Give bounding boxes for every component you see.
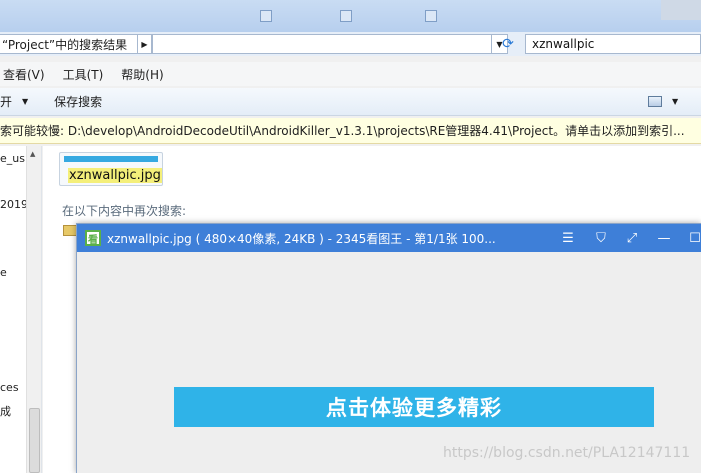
banner-text: 点击体验更多精彩 — [326, 396, 502, 420]
breadcrumb-arrow-icon[interactable]: ▶ — [137, 35, 151, 53]
result-file-item[interactable]: xznwallpic.jpg — [59, 152, 163, 186]
skin-icon[interactable]: ⛉ — [592, 229, 610, 247]
watermark: https://blog.csdn.net/PLA12147111 — [443, 445, 691, 461]
search-again-label: 在以下内容中再次搜索: — [62, 204, 187, 218]
viewer-app-icon: 看 — [85, 230, 101, 246]
menu-bar: 查看(V) 工具(T) 帮助(H) — [0, 62, 701, 86]
change-view-icon[interactable] — [648, 96, 662, 107]
nav-scroll-thumb[interactable] — [29, 408, 40, 473]
displayed-image-banner: 点击体验更多精彩 — [174, 387, 654, 427]
search-input[interactable]: xznwallpic — [525, 34, 701, 54]
open-dropdown-icon[interactable]: ▼ — [22, 97, 28, 106]
menu-tools[interactable]: 工具(T) — [63, 66, 104, 83]
command-toolbar: 开 ▼ 保存搜索 ▼ — [0, 88, 701, 116]
breadcrumb-label: “Project”中的搜索结果 — [2, 37, 128, 52]
viewer-title: xznwallpic.jpg ( 480×40像素, 24KB ) - 2345… — [107, 232, 496, 246]
menu-icon[interactable]: ☰ — [559, 229, 577, 247]
viewer-title-bar[interactable]: 看 xznwallpic.jpg ( 480×40像素, 24KB ) - 23… — [77, 224, 701, 252]
navigation-pane: e_us 2019 e ces 成 ▲ — [0, 146, 42, 473]
menu-help[interactable]: 帮助(H) — [121, 66, 163, 83]
save-search-button[interactable]: 保存搜索 — [54, 93, 102, 110]
breadcrumb[interactable]: “Project”中的搜索结果 ▶ — [0, 34, 152, 54]
open-button[interactable]: 开 — [0, 93, 12, 110]
search-input-value: xznwallpic — [532, 37, 595, 51]
nav-scrollbar[interactable]: ▲ — [26, 146, 41, 473]
image-viewer-window: 看 xznwallpic.jpg ( 480×40像素, 24KB ) - 23… — [76, 223, 701, 473]
nav-item[interactable]: e — [0, 266, 7, 279]
nav-item[interactable]: 成 — [0, 403, 11, 419]
nav-item[interactable]: ces — [0, 381, 19, 394]
window-close-button[interactable] — [661, 0, 701, 20]
address-input[interactable] — [152, 34, 492, 54]
minimize-icon[interactable]: — — [655, 229, 673, 247]
index-info-bar[interactable]: 索可能较慢: D:\develop\AndroidDecodeUtil\Andr… — [0, 118, 701, 144]
ghost-toolbar-item — [340, 9, 352, 23]
explorer-title-band — [0, 0, 701, 32]
view-dropdown-icon[interactable]: ▼ — [672, 97, 678, 106]
nav-item[interactable]: 2019 — [0, 198, 28, 211]
viewer-canvas: 点击体验更多精彩 — [77, 252, 701, 473]
file-name: xznwallpic.jpg — [68, 168, 162, 183]
maximize-icon[interactable]: ☐ — [686, 229, 701, 247]
ghost-toolbar-item — [260, 9, 272, 23]
folder-icon[interactable] — [63, 225, 77, 236]
address-row: “Project”中的搜索结果 ▶ ▼ ⟳ xznwallpic — [0, 32, 701, 56]
ghost-toolbar-item — [425, 9, 437, 23]
menu-view[interactable]: 查看(V) — [3, 66, 45, 83]
refresh-icon[interactable]: ⟳ — [497, 34, 519, 54]
file-thumbnail — [64, 156, 158, 162]
fullscreen-icon[interactable]: ⤢ — [623, 229, 641, 247]
scroll-up-icon[interactable]: ▲ — [30, 150, 35, 158]
nav-item[interactable]: e_us — [0, 152, 25, 165]
info-bar-text: 索可能较慢: D:\develop\AndroidDecodeUtil\Andr… — [0, 124, 685, 138]
